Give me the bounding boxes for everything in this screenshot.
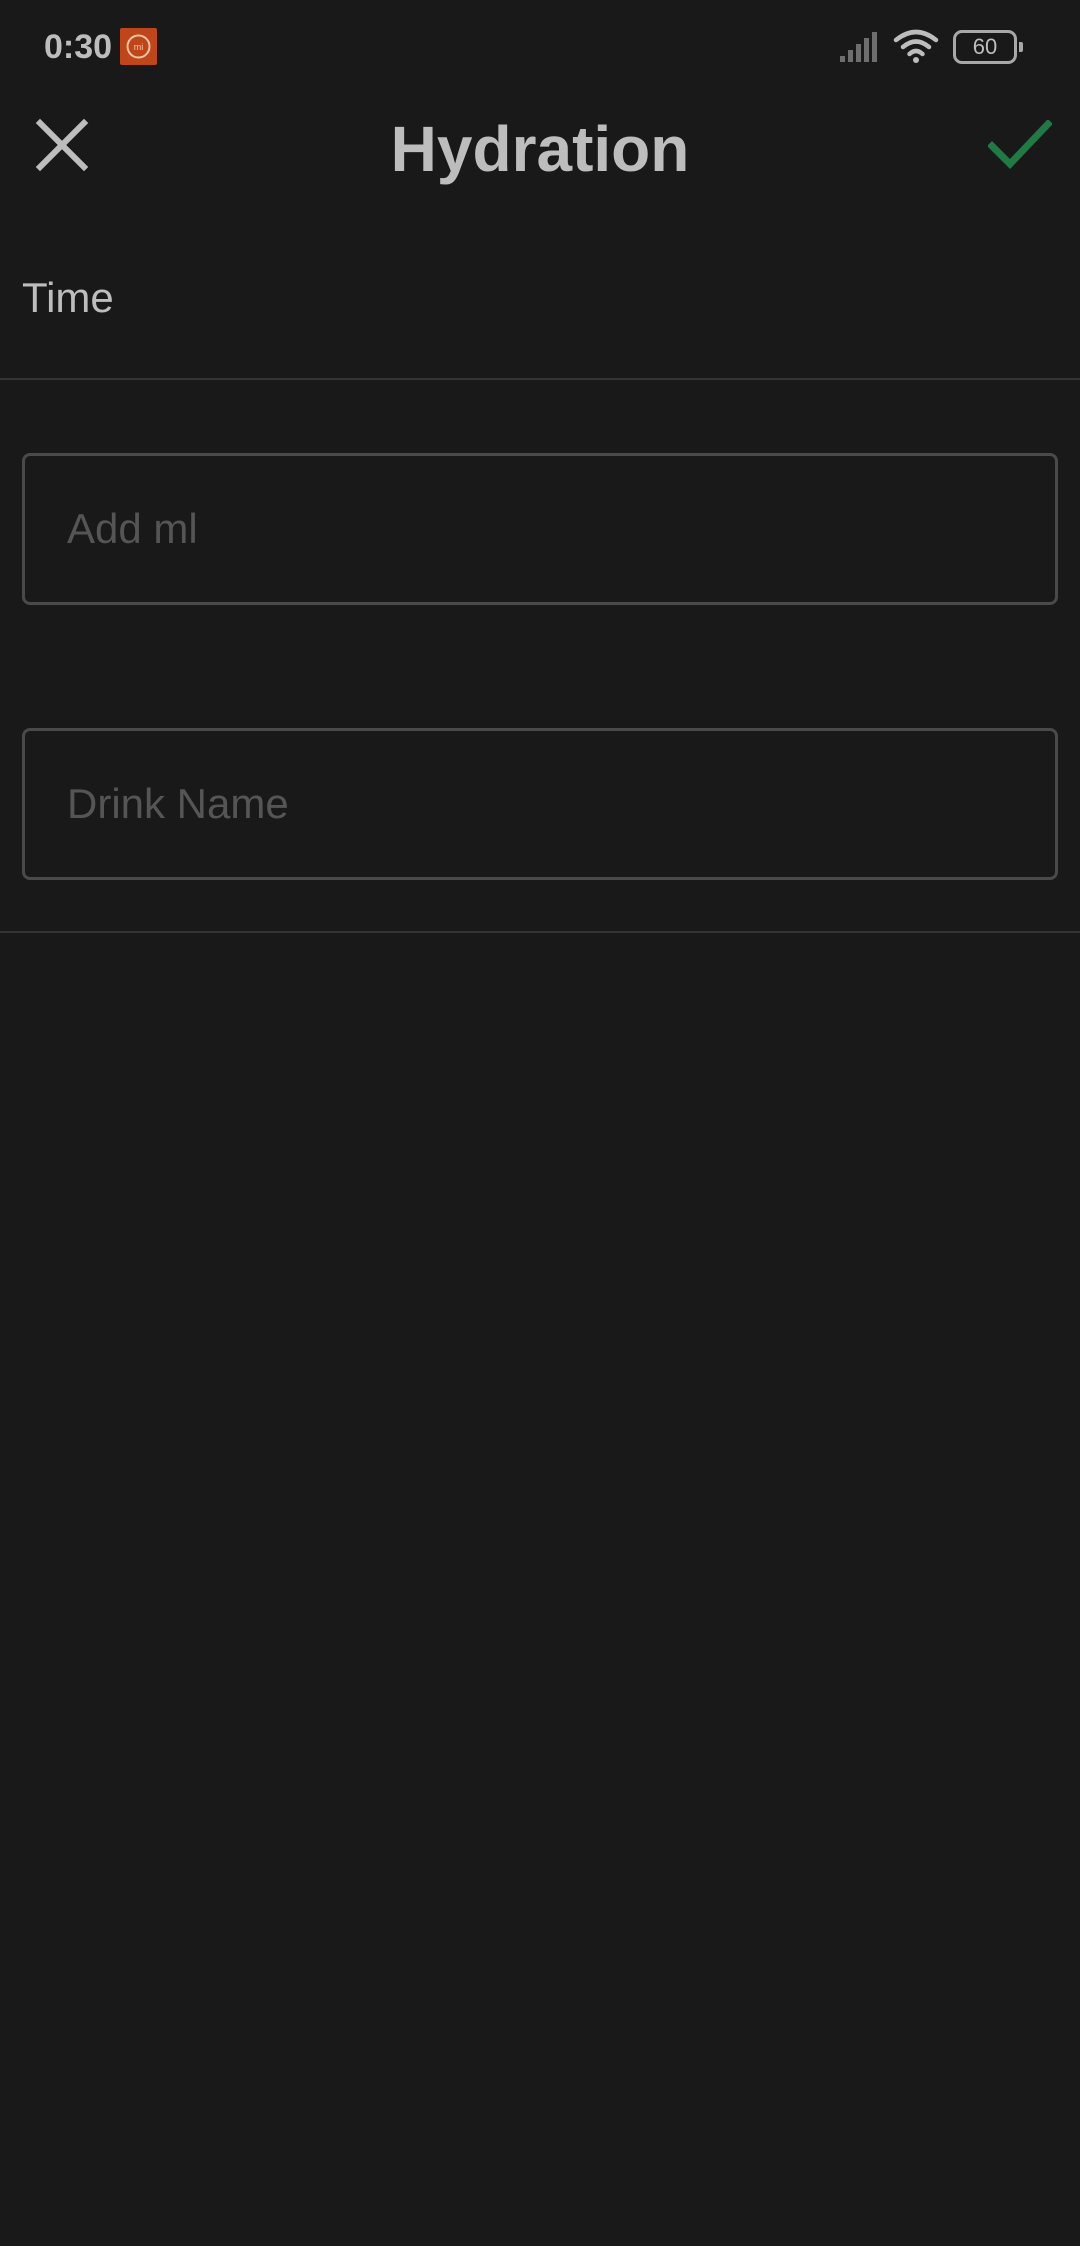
close-icon	[35, 118, 89, 177]
drink-name-input[interactable]	[22, 728, 1058, 880]
confirm-button[interactable]	[978, 107, 1062, 187]
mi-fit-app-icon: mi	[120, 28, 157, 65]
checkmark-icon	[987, 118, 1053, 175]
app-bar: Hydration	[0, 95, 1080, 215]
amount-ml-input[interactable]	[22, 453, 1058, 605]
wifi-icon	[893, 28, 939, 69]
page-title: Hydration	[390, 113, 690, 185]
hydration-screen: 0:30 mi 60 Hydration Time Add ml Drink N…	[0, 0, 1080, 2246]
divider	[0, 378, 1080, 380]
close-button[interactable]	[22, 107, 102, 187]
status-time: 0:30	[44, 28, 113, 66]
battery-level: 60	[972, 34, 998, 59]
status-bar: 0:30 mi 60	[0, 0, 1080, 95]
cellular-signal-icon	[838, 30, 880, 69]
battery-icon: 60	[953, 30, 1023, 64]
svg-text:mi: mi	[134, 42, 144, 52]
divider	[0, 931, 1080, 933]
time-label[interactable]: Time	[22, 268, 114, 328]
